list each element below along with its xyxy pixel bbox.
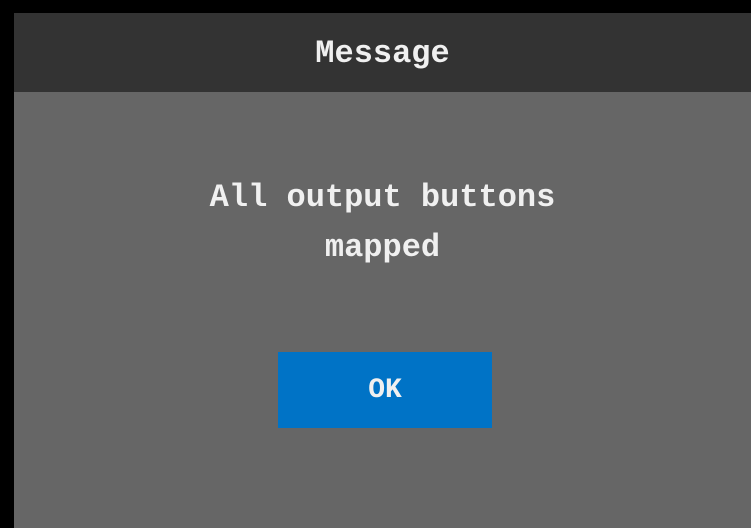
message-line-2: mapped (324, 229, 441, 266)
ok-button[interactable]: OK (278, 352, 492, 428)
message-dialog: Message All output buttons mapped OK (14, 13, 751, 528)
message-line-1: All output buttons (209, 179, 556, 216)
dialog-title-bar: Message (14, 13, 751, 92)
dialog-title: Message (315, 35, 450, 72)
dialog-message: All output buttons mapped (14, 173, 751, 273)
